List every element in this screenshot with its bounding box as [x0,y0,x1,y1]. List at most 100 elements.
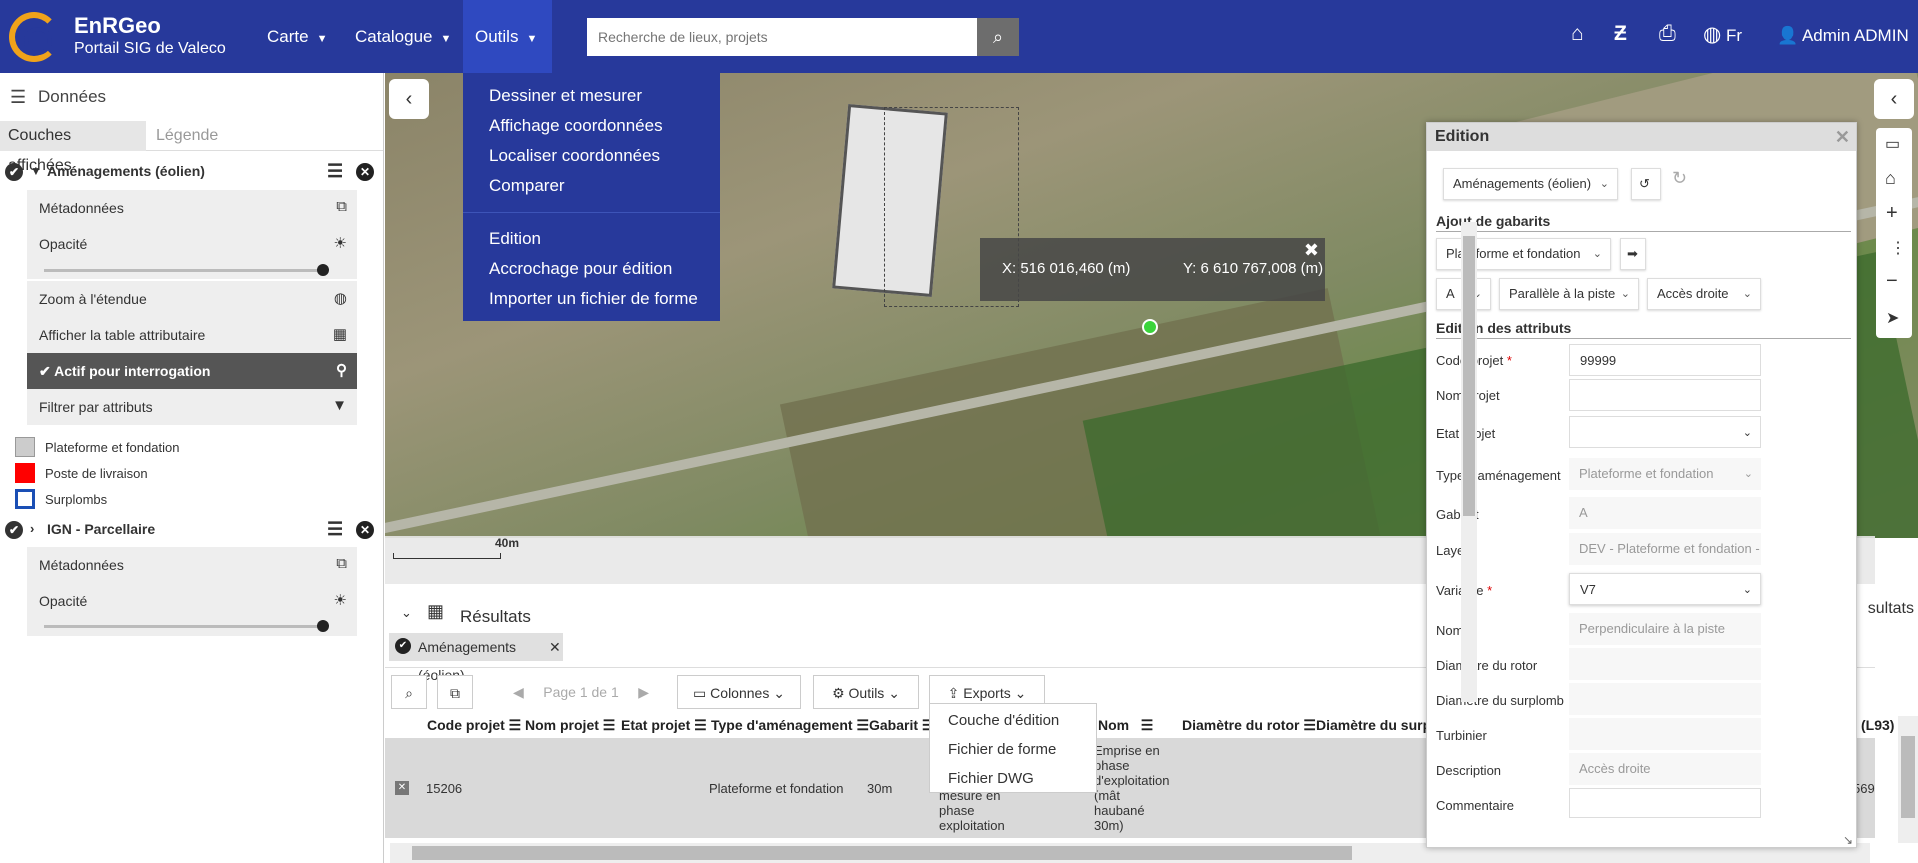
layer-menu-icon[interactable]: ☰ [327,513,343,545]
zoom-extent-icon[interactable]: Ƶ [1614,22,1627,46]
globe-icon[interactable]: ◍ [1703,22,1721,47]
col-header-etat[interactable]: Etat projet ☰ [621,717,707,734]
chevron-down-icon: ⌄ [1743,468,1753,480]
results-vertical-scrollbar[interactable] [1898,716,1918,843]
col-header-diametre-rotor[interactable]: Diamètre du rotor ☰ [1182,717,1316,734]
scrollbar-thumb[interactable] [1463,236,1475,516]
layer-metadata[interactable]: Métadonnées ⧉ [27,547,357,583]
export-fichier-dwg[interactable]: Fichier DWG [948,770,1034,787]
col-header-nom[interactable]: Nom ☰ [1098,717,1153,734]
layer-active-query[interactable]: ✔ Actif pour interrogation ⚲ [27,353,357,389]
layer-amenagements-header[interactable]: ✔ ▼ Aménagements (éolien) ☰ ✕ [0,155,384,187]
nom-projet-input[interactable] [1569,379,1761,411]
geolocate-icon[interactable]: ➤ [1886,308,1899,328]
collapse-left-icon[interactable]: ‹ [389,79,429,119]
delete-row-icon[interactable]: ✕ [395,781,409,795]
gabarit-orientation-select[interactable]: Parallèle à la piste ⌄ [1499,278,1639,310]
print-icon[interactable]: ⎙ [1659,22,1676,46]
zoom-in-icon[interactable]: + [1886,202,1898,225]
layer-attribute-table[interactable]: Afficher la table attributaire ▦ [27,317,357,353]
col-header-nom-projet[interactable]: Nom projet ☰ [525,717,615,734]
scrollbar-thumb[interactable] [412,846,1352,860]
edition-vertical-scrollbar[interactable] [1461,222,1477,702]
undo-icon: ↺ [1639,176,1650,191]
search-results-button[interactable]: ⌕ [391,675,427,709]
scrollbar-thumb[interactable] [1901,736,1915,818]
layer-zoom-extent[interactable]: Zoom à l'étendue ◍ [27,281,357,317]
menu-edition[interactable]: Edition [489,229,541,249]
opacity-slider-track[interactable] [44,625,324,628]
cell-code: 15206 [426,781,463,796]
undo-button[interactable]: ↺ [1631,168,1661,200]
more-icon[interactable]: ⋮ [1890,238,1906,258]
tab-legende[interactable]: Légende [148,121,226,151]
results-tab[interactable]: ✔ Aménagements (éolien) ✕ [389,633,563,683]
collapse-right-icon[interactable]: ‹ [1874,79,1914,119]
chevron-down-icon[interactable]: ▼ [30,155,42,187]
map-layers-icon[interactable]: ▭ [1885,134,1900,154]
variante-select[interactable]: V7 ⌄ [1569,573,1761,605]
enrgeo-logo-icon[interactable] [9,12,59,62]
edition-title-bar[interactable]: Edition ✕ [1427,123,1856,151]
check-icon[interactable]: ✔ [5,163,23,181]
close-icon[interactable]: ✕ [1835,123,1850,151]
col-header-diametre-surplomb[interactable]: Diamètre du surpl [1316,717,1431,733]
col-header-l93[interactable]: (L93) [1861,717,1894,733]
col-header-type[interactable]: Type d'aménagement ☰ [711,717,869,734]
user-menu[interactable]: 👤 Admin ADMIN [1777,26,1909,46]
menu-accrochage[interactable]: Accrochage pour édition [489,259,672,279]
menu-localiser-coordonnees[interactable]: Localiser coordonnées [489,146,660,166]
search-input[interactable] [587,18,977,56]
home-icon[interactable]: ⌂ [1885,168,1896,189]
zoom-out-icon[interactable]: − [1886,270,1898,293]
add-gabarit-button[interactable]: ➡ [1620,238,1646,270]
redo-icon[interactable]: ↻ [1672,168,1687,189]
brand-title[interactable]: EnRGeo [74,13,161,39]
commentaire-textarea[interactable] [1569,788,1761,818]
remove-layer-icon[interactable]: ✕ [356,163,374,181]
outils-button[interactable]: ⚙ Outils ⌄ [813,675,919,709]
layer-metadata[interactable]: Métadonnées ⧉ [27,190,357,226]
legend-label-plateforme: Plateforme et fondation [45,440,180,455]
brightness-icon: ☀ [333,235,347,252]
layer-menu-icon[interactable]: ☰ [327,155,343,187]
close-icon[interactable]: ✕ [549,633,561,661]
map-marker-icon[interactable] [1142,319,1158,335]
remove-layer-icon[interactable]: ✕ [356,521,374,539]
nav-outils[interactable]: Outils ▼ [463,0,552,73]
check-icon[interactable]: ✔ [5,521,23,539]
search-button[interactable]: ⌕ [977,18,1019,56]
home-icon[interactable]: ⌂ [1571,22,1584,46]
menu-affichage-coordonnees[interactable]: Affichage coordonnées [489,116,663,136]
opacity-slider-handle[interactable] [317,264,329,276]
layer-ign-header[interactable]: ✔ › IGN - Parcellaire ☰ ✕ [0,513,384,545]
chevron-down-icon[interactable]: ⌄ [401,605,412,621]
gabarit-acces-select[interactable]: Accès droite ⌄ [1647,278,1761,310]
etat-projet-select[interactable]: ⌄ [1569,416,1761,448]
layer-filter[interactable]: Filtrer par attributs ▼ [27,389,357,425]
menu-dessiner[interactable]: Dessiner et mesurer [489,86,642,106]
layer-select-value: Aménagements (éolien) [1453,176,1592,191]
language-selector[interactable]: Fr [1726,26,1742,46]
resize-handle-icon[interactable]: ↘ [1843,833,1853,847]
col-header-gabarit[interactable]: Gabarit ☰ [869,717,934,734]
columns-button[interactable]: ▭ Colonnes ⌄ [677,675,801,709]
code-projet-input[interactable]: 99999 [1569,344,1761,376]
nav-catalogue[interactable]: Catalogue ▼ [343,0,463,73]
export-couche-edition[interactable]: Couche d'édition [948,712,1059,729]
opacity-slider-handle[interactable] [317,620,329,632]
nav-carte[interactable]: Carte ▼ [255,0,339,73]
layer-select[interactable]: Aménagements (éolien) ⌄ [1443,168,1618,200]
tab-couches[interactable]: Couches affichées [0,121,146,174]
chevron-right-icon[interactable]: › [30,513,34,545]
menu-importer[interactable]: Importer un fichier de forme [489,289,698,309]
hamburger-icon[interactable]: ☰ [10,73,26,121]
opacity-slider-track[interactable] [44,269,324,272]
duplicate-button[interactable]: ⧉ [437,675,473,709]
close-icon[interactable]: ✖ [1304,240,1319,261]
prev-page-icon[interactable]: ◀ [513,684,524,700]
menu-comparer[interactable]: Comparer [489,176,565,196]
next-page-icon[interactable]: ▶ [638,684,649,700]
export-fichier-forme[interactable]: Fichier de forme [948,741,1056,758]
col-header-code[interactable]: Code projet ☰ [427,717,521,734]
